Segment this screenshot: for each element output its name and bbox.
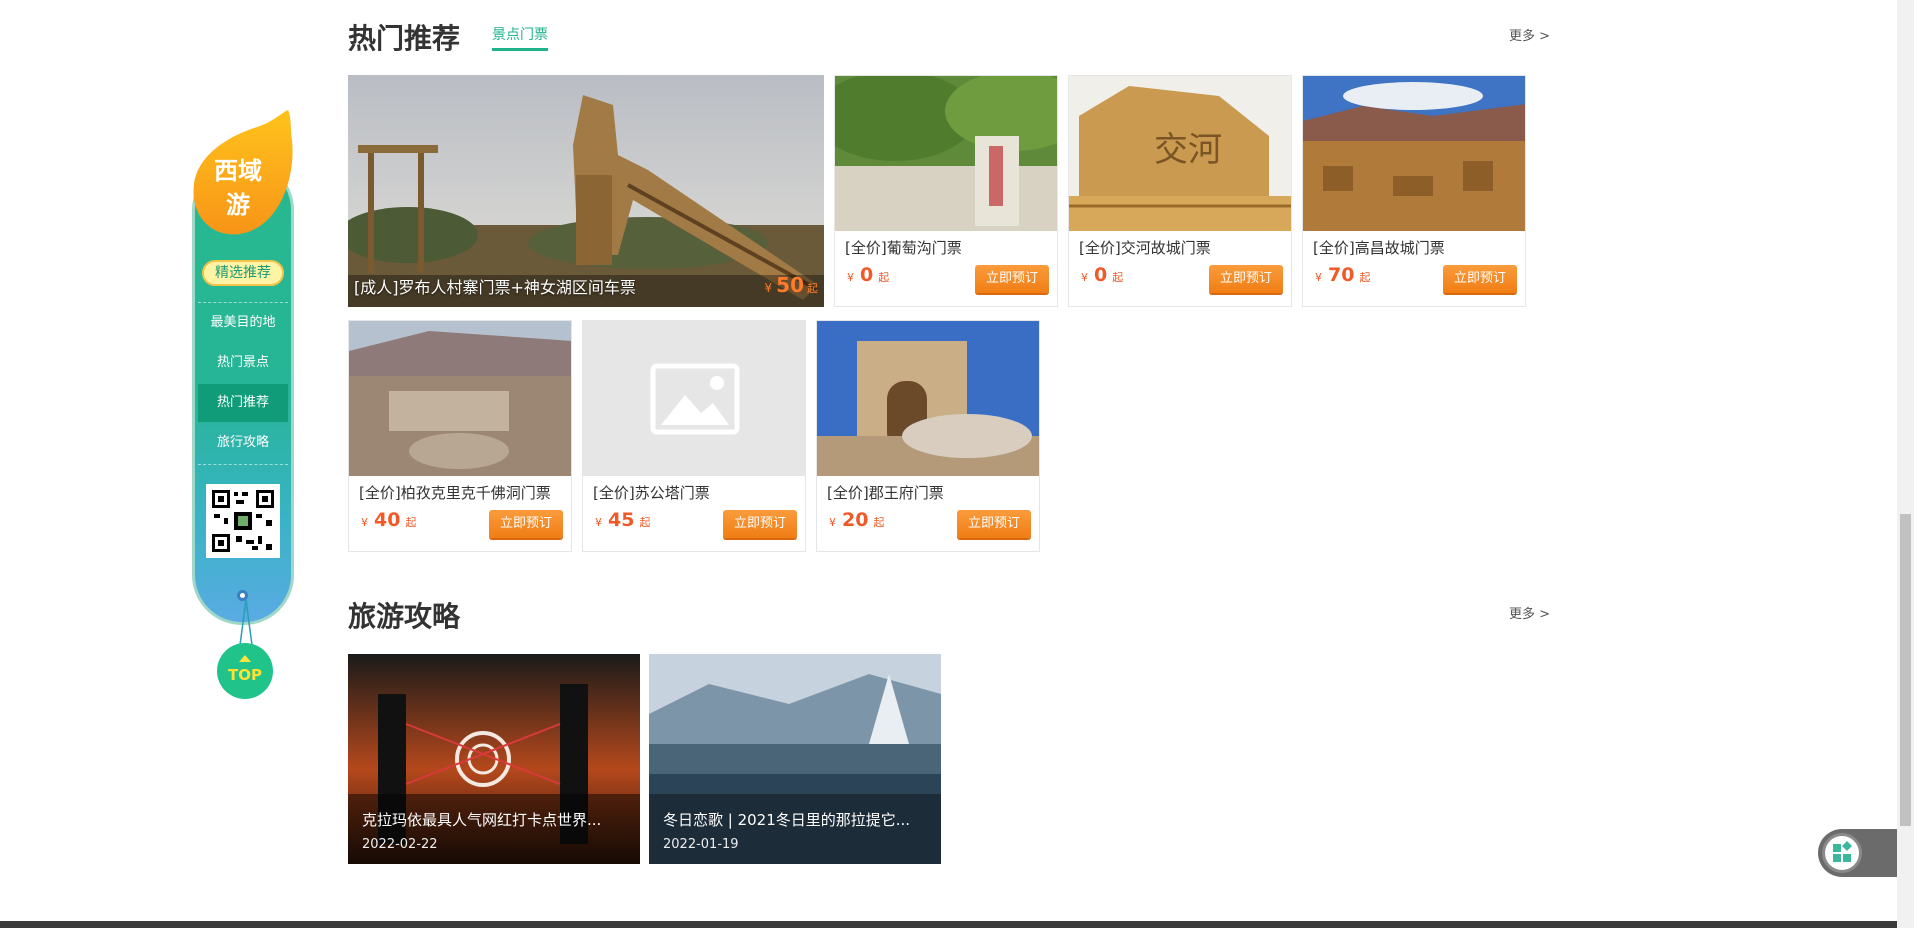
hot-more-link[interactable]: 更多 >	[1509, 28, 1550, 46]
guide-title: 克拉玛依最具人气网红打卡点世界...	[362, 811, 602, 829]
currency-symbol: ¥	[764, 281, 773, 295]
tether-line-icon	[239, 600, 253, 645]
price-value: 0	[860, 264, 874, 286]
ticket-name: [全价]郡王府门票	[827, 484, 944, 502]
price-value: 45	[608, 509, 635, 531]
price-value: 20	[842, 509, 869, 531]
ticket-price: ¥0 起	[1081, 264, 1123, 289]
ticket-card-bezeklik[interactable]: [全价]柏孜克里克千佛洞门票 ¥40 起 立即预订	[348, 320, 572, 552]
guide-title: 冬日恋歌 | 2021冬日里的那拉提它...	[663, 811, 911, 829]
ticket-name: [全价]葡萄沟门票	[845, 239, 962, 257]
ticket-photo: 交河	[1069, 76, 1291, 231]
footer-bar	[0, 921, 1897, 928]
price-suffix: 起	[1359, 271, 1371, 284]
arrow-up-icon	[239, 655, 251, 662]
apps-icon	[1822, 833, 1862, 873]
ticket-photo	[1303, 76, 1525, 231]
ticket-card-prince-mansion[interactable]: [全价]郡王府门票 ¥20 起 立即预订	[816, 320, 1040, 552]
back-to-top-label: TOP	[228, 666, 262, 684]
sidenav-item-travel-guides[interactable]: 旅行攻略	[198, 424, 288, 462]
scrollbar-thumb[interactable]	[1900, 514, 1911, 826]
ticket-photo-placeholder	[583, 321, 805, 476]
page: 热门推荐 景点门票 更多 > [成人]罗布人村寨门票+神女湖区间车票 ¥50 起…	[0, 0, 1914, 928]
ticket-name: [全价]交河故城门票	[1079, 239, 1211, 257]
ticket-card-sugong-tower[interactable]: [全价]苏公塔门票 ¥45 起 立即预订	[582, 320, 806, 552]
book-now-button[interactable]: 立即预订	[723, 510, 797, 538]
logo-text: 西域游	[214, 157, 262, 219]
hot-section-title: 热门推荐	[348, 22, 461, 55]
price-value: 70	[1328, 264, 1355, 286]
price-value: 50	[776, 273, 804, 297]
book-now-button[interactable]: 立即预订	[489, 510, 563, 538]
back-to-top-button[interactable]: TOP	[217, 643, 273, 699]
ticket-card-jiaohe[interactable]: 交河 [全价]交河故城门票 ¥0 起 立即预订	[1068, 75, 1292, 307]
ticket-price: ¥40 起	[361, 509, 416, 534]
featured-ticket-card[interactable]: [成人]罗布人村寨门票+神女湖区间车票 ¥50 起	[348, 75, 824, 307]
currency-symbol: ¥	[829, 516, 836, 529]
guides-section-title: 旅游攻略	[348, 600, 461, 633]
featured-ticket-price: ¥50 起	[765, 273, 818, 301]
ticket-photo	[817, 321, 1039, 476]
guide-card[interactable]: 冬日恋歌 | 2021冬日里的那拉提它... 2022-01-19	[649, 654, 941, 864]
svg-text:交河: 交河	[1154, 130, 1222, 170]
ticket-card-grape-valley[interactable]: [全价]葡萄沟门票 ¥0 起 立即预订	[834, 75, 1058, 307]
book-now-button[interactable]: 立即预订	[1443, 265, 1517, 293]
price-suffix: 起	[639, 516, 651, 529]
hot-section-header: 热门推荐 景点门票 更多 >	[348, 20, 1550, 64]
price-suffix: 起	[878, 271, 890, 284]
guide-card[interactable]: 克拉玛依最具人气网红打卡点世界... 2022-02-22	[348, 654, 640, 864]
guide-date: 2022-01-19	[663, 837, 739, 852]
qr-code-icon	[210, 488, 276, 554]
featured-ticket-name: [成人]罗布人村寨门票+神女湖区间车票	[354, 278, 636, 297]
ticket-name: [全价]苏公塔门票	[593, 484, 710, 502]
price-value: 0	[1094, 264, 1108, 286]
book-now-button[interactable]: 立即预订	[957, 510, 1031, 538]
sidenav-item-hot-recommend[interactable]: 热门推荐	[198, 384, 288, 422]
currency-symbol: ¥	[1315, 271, 1322, 284]
ticket-price: ¥20 起	[829, 509, 884, 534]
price-suffix: 起	[1112, 271, 1124, 284]
ticket-photo	[349, 321, 571, 476]
ticket-name: [全价]柏孜克里克千佛洞门票	[359, 484, 551, 502]
ticket-name: [全价]高昌故城门票	[1313, 239, 1445, 257]
currency-symbol: ¥	[361, 516, 368, 529]
ticket-price: ¥70 起	[1315, 264, 1370, 289]
currency-symbol: ¥	[595, 516, 602, 529]
divider	[198, 464, 288, 465]
ticket-photo	[835, 76, 1057, 231]
featured-ticket-photo	[348, 75, 824, 307]
guides-more-link[interactable]: 更多 >	[1509, 606, 1550, 624]
divider	[198, 302, 288, 303]
qr-code	[206, 484, 280, 558]
guide-date: 2022-02-22	[362, 837, 438, 852]
price-suffix: 起	[807, 282, 818, 295]
sidenav-item-destinations[interactable]: 最美目的地	[198, 304, 288, 342]
ticket-card-gaochang[interactable]: [全价]高昌故城门票 ¥70 起 立即预订	[1302, 75, 1526, 307]
side-navigation: 西域游 精选推荐 最美目的地 热门景点 热门推荐 旅行攻略	[192, 110, 294, 625]
price-value: 40	[374, 509, 401, 531]
currency-symbol: ¥	[1081, 271, 1088, 284]
price-suffix: 起	[873, 516, 885, 529]
price-suffix: 起	[405, 516, 417, 529]
ticket-price: ¥0 起	[847, 264, 889, 289]
currency-symbol: ¥	[847, 271, 854, 284]
featured-badge[interactable]: 精选推荐	[202, 260, 284, 286]
floating-apps-widget[interactable]	[1818, 829, 1898, 877]
guides-section-header: 旅游攻略 更多 >	[348, 598, 1550, 642]
guide-photo	[348, 654, 640, 864]
book-now-button[interactable]: 立即预订	[975, 265, 1049, 293]
tab-scenic-tickets[interactable]: 景点门票	[492, 26, 548, 51]
book-now-button[interactable]: 立即预订	[1209, 265, 1283, 293]
page-scrollbar[interactable]	[1897, 0, 1914, 928]
ticket-price: ¥45 起	[595, 509, 650, 534]
guide-photo	[649, 654, 941, 864]
sidenav-item-hot-spots[interactable]: 热门景点	[198, 344, 288, 382]
